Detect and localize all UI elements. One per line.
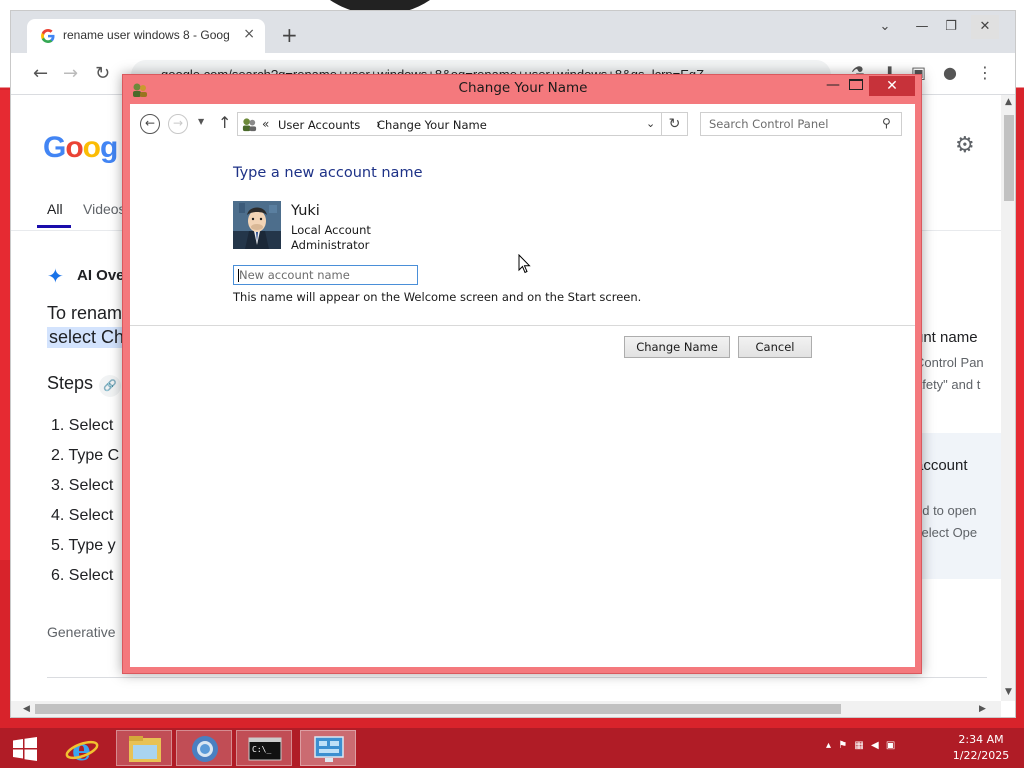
address-dropdown-icon[interactable]: ⌄ xyxy=(646,117,655,130)
internet-explorer-icon: e xyxy=(65,733,99,768)
forward-arrow-icon[interactable]: → xyxy=(168,114,188,134)
chrome-tab-strip: rename user windows 8 - Goog × + ⌄ — ❐ ✕ xyxy=(11,11,1015,53)
tab-search-icon[interactable]: ⌄ xyxy=(871,15,899,39)
generative-ai-note: Generative xyxy=(47,624,116,640)
svg-text:e: e xyxy=(72,733,91,766)
new-account-name-input[interactable] xyxy=(233,265,418,285)
scroll-down-icon[interactable]: ▼ xyxy=(1005,687,1012,697)
side-panel-text: account xyxy=(915,457,968,474)
tab-videos[interactable]: Videos xyxy=(83,201,126,217)
step-item: 5. Type y xyxy=(51,537,116,554)
tab-all[interactable]: All xyxy=(47,201,63,217)
up-arrow-icon[interactable]: ↑ xyxy=(218,113,231,132)
google-logo[interactable]: Goog xyxy=(43,131,118,165)
answer-text: To renam xyxy=(47,303,123,323)
google-favicon-icon xyxy=(41,29,55,43)
scroll-up-icon[interactable]: ▲ xyxy=(1005,97,1012,107)
side-panel-text: afety" and t xyxy=(915,377,981,392)
divider xyxy=(47,677,987,678)
mouse-pointer-icon xyxy=(518,254,531,274)
search-input[interactable]: Search Control Panel xyxy=(700,112,902,136)
scroll-right-icon[interactable]: ▶ xyxy=(979,704,986,714)
search-icon[interactable]: ⚲ xyxy=(882,116,891,130)
breadcrumb-change-your-name[interactable]: Change Your Name xyxy=(377,118,487,132)
change-name-button[interactable]: Change Name xyxy=(624,336,730,358)
scroll-left-icon[interactable]: ◀ xyxy=(23,704,30,714)
step-item: 2. Type C xyxy=(51,447,120,464)
account-username: Yuki xyxy=(291,203,320,219)
menu-icon[interactable]: ⋮ xyxy=(977,63,993,82)
step-item: 4. Select xyxy=(51,507,114,524)
side-panel-text: select Ope xyxy=(915,525,978,540)
account-role: Administrator xyxy=(291,238,370,252)
clock-date[interactable]: 1/22/2025 xyxy=(946,749,1016,762)
answer-text-highlighted: select Ch xyxy=(47,327,127,348)
divider xyxy=(130,325,915,326)
avatar xyxy=(233,201,281,249)
ai-sparkle-icon: ✦ xyxy=(47,264,64,288)
clock-time[interactable]: 2:34 AM xyxy=(946,733,1016,746)
breadcrumb-overflow-icon[interactable]: « xyxy=(262,117,269,131)
file-explorer-taskbar-button[interactable] xyxy=(116,730,172,766)
minimize-icon[interactable]: — xyxy=(823,77,843,93)
active-tab-indicator xyxy=(37,225,71,228)
step-item: 3. Select xyxy=(51,477,114,494)
command-prompt-icon: C:\_ xyxy=(248,737,282,761)
refresh-icon[interactable]: ↻ xyxy=(662,112,688,136)
breadcrumb-user-accounts[interactable]: User Accounts xyxy=(278,118,360,132)
side-panel-text: ed to open xyxy=(915,503,977,518)
link-icon[interactable]: 🔗 xyxy=(99,375,121,397)
chrome-taskbar-button[interactable] xyxy=(176,730,232,766)
windows-start-icon[interactable] xyxy=(12,737,38,761)
step-item: 6. Select xyxy=(51,567,114,584)
side-panel-text: unt name xyxy=(915,329,978,346)
reload-icon[interactable]: ↻ xyxy=(95,63,110,84)
new-tab-button[interactable]: + xyxy=(281,23,298,47)
ai-overview-title: AI Ove xyxy=(77,267,125,284)
window-title: Change Your Name xyxy=(458,80,588,96)
back-arrow-icon[interactable]: ← xyxy=(33,63,48,84)
side-panel-text: Control Pan xyxy=(915,355,984,370)
svg-text:C:\_: C:\_ xyxy=(252,745,271,754)
control-panel-icon xyxy=(314,736,344,762)
command-prompt-taskbar-button[interactable]: C:\_ xyxy=(236,730,292,766)
back-arrow-icon[interactable]: ← xyxy=(140,114,160,134)
page-heading: Type a new account name xyxy=(233,165,423,181)
dialog-content: ← → ▼ ↑ « User Accounts › Change Your Na… xyxy=(130,104,915,667)
profile-icon[interactable]: ● xyxy=(943,63,957,82)
user-avatar-picture xyxy=(233,201,281,249)
file-explorer-icon xyxy=(129,736,161,762)
name-hint-text: This name will appear on the Welcome scr… xyxy=(233,290,642,304)
text-caret xyxy=(238,269,239,282)
change-your-name-window: Change Your Name — ✕ ← → ▼ ↑ « User Acco… xyxy=(122,74,922,674)
account-type: Local Account xyxy=(291,223,371,237)
settings-gear-icon[interactable]: ⚙ xyxy=(955,133,975,158)
address-bar[interactable]: « User Accounts › Change Your Name ⌄ xyxy=(237,112,662,136)
cancel-button[interactable]: Cancel xyxy=(738,336,812,358)
close-icon[interactable]: ✕ xyxy=(971,15,999,39)
forward-arrow-icon[interactable]: → xyxy=(63,63,78,84)
control-panel-taskbar-button[interactable] xyxy=(300,730,356,766)
user-accounts-icon xyxy=(242,118,257,132)
internet-explorer-taskbar-button[interactable]: e xyxy=(58,730,114,768)
tab-close-icon[interactable]: × xyxy=(243,26,255,42)
browser-tab[interactable]: rename user windows 8 - Goog × xyxy=(27,19,265,53)
system-tray-icons[interactable]: ▴ ⚑ ▦ ◀ ▣ xyxy=(826,740,897,751)
maximize-icon[interactable]: ❐ xyxy=(937,15,965,39)
minimize-icon[interactable]: — xyxy=(908,15,936,39)
steps-heading: Steps xyxy=(47,373,94,393)
step-item: 1. Select xyxy=(51,417,114,434)
tab-title: rename user windows 8 - Goog xyxy=(63,28,230,42)
chrome-icon xyxy=(192,736,218,762)
close-icon[interactable]: ✕ xyxy=(869,76,915,96)
recent-locations-chevron-icon[interactable]: ▼ xyxy=(198,117,204,126)
taskbar: e C:\_ ▴ ⚑ ▦ ◀ ▣ 2:34 AM 1/22/2025 xyxy=(0,728,1024,768)
vertical-scroll-thumb[interactable] xyxy=(1004,115,1014,201)
maximize-icon[interactable] xyxy=(849,79,863,90)
horizontal-scroll-thumb[interactable] xyxy=(35,704,841,714)
